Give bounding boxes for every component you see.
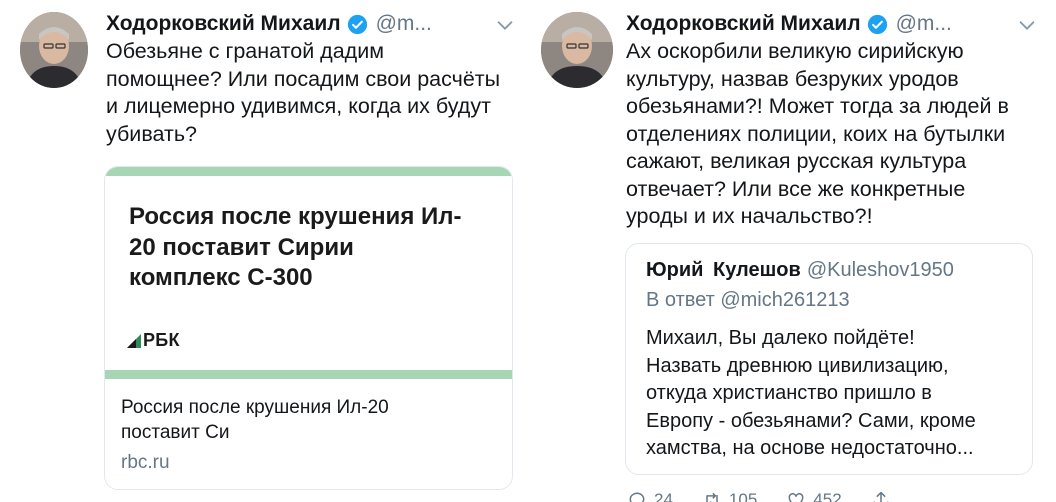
rbc-logo: РБК — [127, 330, 180, 351]
tweet-header: Ходорковский Михаил @m... — [626, 10, 952, 38]
avatar-photo — [20, 12, 88, 88]
tweet-right[interactable]: Ходорковский Михаил @m... Ах оскорбили в… — [528, 0, 1056, 502]
like-count: 452 — [813, 490, 842, 502]
card-domain: rbc.ru — [121, 452, 170, 473]
card-title: Россия после крушения Ил-20 поставит Си — [121, 397, 389, 443]
tweet-text: Обезьяне с гранатой дадим помощнее? Или … — [106, 39, 501, 146]
quoted-author-name: Юрий Кулешов — [646, 259, 801, 281]
like-button[interactable]: 452 — [785, 490, 842, 502]
author-handle[interactable]: @m... — [376, 12, 432, 36]
share-button[interactable] — [870, 490, 892, 502]
reply-icon — [629, 492, 645, 502]
tweet-left[interactable]: Ходорковский Михаил @m... Обезьяне с гра… — [0, 0, 528, 502]
card-image: Россия после крушения Ил- 20 поставит Си… — [105, 167, 512, 379]
link-card[interactable]: Россия после крушения Ил- 20 поставит Си… — [104, 166, 513, 490]
share-icon — [873, 491, 889, 502]
card-image-headline: Россия после крушения Ил- 20 поставит Си… — [129, 203, 462, 291]
retweet-button[interactable]: 105 — [701, 490, 757, 502]
heart-icon — [788, 492, 804, 502]
tweet-text: Ах оскорбили великую сирийскую культуру,… — [626, 39, 1009, 228]
verified-badge-icon — [347, 14, 368, 35]
quoted-tweet[interactable]: Юрий Кулешов @Kuleshov1950 В ответ @mich2… — [625, 243, 1033, 475]
author-name[interactable]: Ходорковский Михаил — [626, 12, 861, 36]
quoted-author-handle: @Kuleshov1950 — [806, 259, 954, 281]
reply-count: 24 — [654, 490, 673, 502]
avatar-photo — [541, 12, 613, 88]
rbc-logo-mark-icon — [127, 333, 141, 348]
quoted-tweet-text: Михаил, Вы далеко пойдёте! Назвать древн… — [646, 327, 976, 459]
tweet-header: Ходорковский Михаил @m... — [106, 10, 432, 38]
retweet-count: 105 — [728, 490, 758, 502]
author-handle[interactable]: @m... — [896, 12, 952, 36]
chevron-down-icon[interactable] — [1016, 14, 1038, 36]
avatar[interactable] — [541, 12, 613, 88]
quoted-tweet-header: Юрий Кулешов @Kuleshov1950 — [646, 259, 954, 282]
author-name[interactable]: Ходорковский Михаил — [106, 12, 341, 36]
verified-badge-icon — [867, 14, 888, 35]
retweet-icon — [706, 492, 718, 502]
tweet-actions: 24 105 452 — [626, 490, 920, 502]
avatar[interactable] — [20, 12, 88, 88]
quoted-reply-to: В ответ @mich261213 — [646, 289, 850, 311]
reply-button[interactable]: 24 — [626, 490, 673, 502]
chevron-down-icon[interactable] — [494, 14, 516, 36]
rbc-logo-text: РБК — [143, 330, 180, 350]
